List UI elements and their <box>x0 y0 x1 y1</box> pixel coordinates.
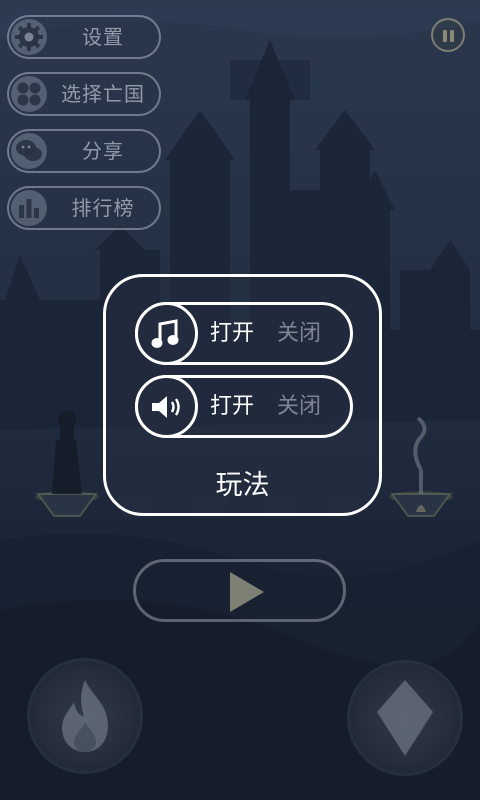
how-to-play-button[interactable]: 玩法 <box>106 463 379 502</box>
sound-toggle[interactable]: 打开 关闭 <box>135 375 353 438</box>
bar-chart-icon <box>11 190 47 226</box>
sound-off-label[interactable]: 关闭 <box>277 378 321 435</box>
gear-icon <box>11 19 47 55</box>
share-button[interactable]: 分享 <box>7 129 161 173</box>
share-label: 分享 <box>82 139 124 163</box>
wechat-icon <box>11 133 47 169</box>
music-note-icon <box>135 302 198 365</box>
music-on-label[interactable]: 打开 <box>210 305 254 362</box>
play-icon <box>230 572 264 612</box>
select-country-label: 选择亡国 <box>61 82 145 106</box>
settings-dialog: 打开 关闭 打开 关闭 玩法 <box>103 274 382 516</box>
leaderboard-button[interactable]: 排行榜 <box>7 186 161 230</box>
settings-button[interactable]: 设置 <box>7 15 161 59</box>
music-toggle[interactable]: 打开 关闭 <box>135 302 353 365</box>
game-screen: 设置 选择亡国 分享 排行榜 打开 关闭 打开 关闭 玩法 <box>0 0 480 800</box>
fire-button[interactable] <box>30 661 140 771</box>
sound-on-label[interactable]: 打开 <box>210 378 254 435</box>
settings-label: 设置 <box>82 25 124 49</box>
diamond-icon <box>377 680 433 756</box>
fire-icon <box>62 680 108 752</box>
music-off-label[interactable]: 关闭 <box>277 305 321 362</box>
gem-button[interactable] <box>350 663 460 773</box>
select-country-button[interactable]: 选择亡国 <box>7 72 161 116</box>
pause-button[interactable] <box>431 18 465 52</box>
four-dots-icon <box>11 76 47 112</box>
leaderboard-label: 排行榜 <box>71 196 135 220</box>
speaker-icon <box>135 375 198 438</box>
play-button[interactable] <box>133 559 346 622</box>
